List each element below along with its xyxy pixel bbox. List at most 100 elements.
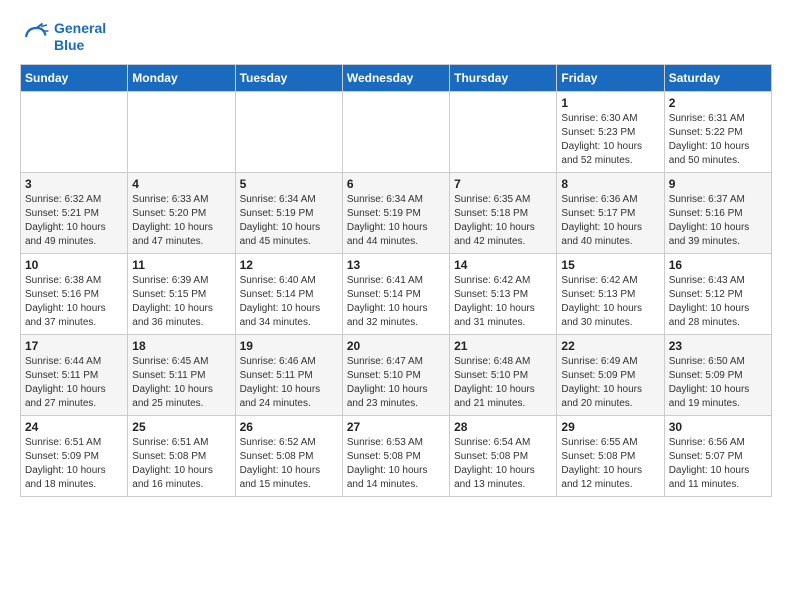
calendar-cell: 2 Sunrise: 6:31 AMSunset: 5:22 PMDaylight… — [664, 91, 771, 172]
day-info: Sunrise: 6:36 AMSunset: 5:17 PMDaylight:… — [561, 193, 659, 249]
day-number: 16 — [669, 258, 767, 272]
day-number: 29 — [561, 420, 659, 434]
header-cell-friday: Friday — [557, 64, 664, 91]
day-info: Sunrise: 6:56 AMSunset: 5:07 PMDaylight:… — [669, 436, 767, 492]
day-number: 28 — [454, 420, 552, 434]
day-info: Sunrise: 6:34 AMSunset: 5:19 PMDaylight:… — [347, 193, 445, 249]
day-info: Sunrise: 6:32 AMSunset: 5:21 PMDaylight:… — [25, 193, 123, 249]
calendar-cell: 10 Sunrise: 6:38 AMSunset: 5:16 PMDayligh… — [21, 253, 128, 334]
day-number: 20 — [347, 339, 445, 353]
day-info: Sunrise: 6:52 AMSunset: 5:08 PMDaylight:… — [240, 436, 338, 492]
calendar-cell: 26 Sunrise: 6:52 AMSunset: 5:08 PMDayligh… — [235, 415, 342, 496]
calendar-cell: 19 Sunrise: 6:46 AMSunset: 5:11 PMDayligh… — [235, 334, 342, 415]
calendar-cell: 16 Sunrise: 6:43 AMSunset: 5:12 PMDayligh… — [664, 253, 771, 334]
calendar-cell: 7Sunrise: 6:35 AMSunset: 5:18 PMDaylight… — [450, 172, 557, 253]
day-number: 26 — [240, 420, 338, 434]
calendar-cell: 18 Sunrise: 6:45 AMSunset: 5:11 PMDayligh… — [128, 334, 235, 415]
calendar-body: 1 Sunrise: 6:30 AMSunset: 5:23 PMDaylight… — [21, 91, 772, 496]
calendar-header: SundayMondayTuesdayWednesdayThursdayFrid… — [21, 64, 772, 91]
calendar-cell — [21, 91, 128, 172]
calendar-cell: 15Sunrise: 6:42 AMSunset: 5:13 PMDayligh… — [557, 253, 664, 334]
calendar-cell: 30 Sunrise: 6:56 AMSunset: 5:07 PMDayligh… — [664, 415, 771, 496]
day-number: 22 — [561, 339, 659, 353]
day-info: Sunrise: 6:38 AMSunset: 5:16 PMDaylight:… — [25, 274, 123, 330]
calendar-week-row: 24Sunrise: 6:51 AMSunset: 5:09 PMDayligh… — [21, 415, 772, 496]
day-number: 23 — [669, 339, 767, 353]
day-number: 5 — [240, 177, 338, 191]
calendar-week-row: 3 Sunrise: 6:32 AMSunset: 5:21 PMDaylight… — [21, 172, 772, 253]
header-cell-monday: Monday — [128, 64, 235, 91]
day-info: Sunrise: 6:33 AMSunset: 5:20 PMDaylight:… — [132, 193, 230, 249]
calendar-cell: 11 Sunrise: 6:39 AMSunset: 5:15 PMDayligh… — [128, 253, 235, 334]
logo: General Blue — [20, 20, 106, 54]
calendar-cell: 8Sunrise: 6:36 AMSunset: 5:17 PMDaylight… — [557, 172, 664, 253]
day-info: Sunrise: 6:51 AMSunset: 5:08 PMDaylight:… — [132, 436, 230, 492]
day-info: Sunrise: 6:49 AMSunset: 5:09 PMDaylight:… — [561, 355, 659, 411]
header-cell-wednesday: Wednesday — [342, 64, 449, 91]
calendar-cell: 23Sunrise: 6:50 AMSunset: 5:09 PMDayligh… — [664, 334, 771, 415]
calendar-cell: 24Sunrise: 6:51 AMSunset: 5:09 PMDayligh… — [21, 415, 128, 496]
calendar-cell: 28 Sunrise: 6:54 AMSunset: 5:08 PMDayligh… — [450, 415, 557, 496]
calendar-cell — [450, 91, 557, 172]
calendar-cell: 14 Sunrise: 6:42 AMSunset: 5:13 PMDayligh… — [450, 253, 557, 334]
day-number: 11 — [132, 258, 230, 272]
day-number: 10 — [25, 258, 123, 272]
day-info: Sunrise: 6:42 AMSunset: 5:13 PMDaylight:… — [454, 274, 552, 330]
day-number: 7 — [454, 177, 552, 191]
calendar-cell: 1 Sunrise: 6:30 AMSunset: 5:23 PMDaylight… — [557, 91, 664, 172]
day-info: Sunrise: 6:45 AMSunset: 5:11 PMDaylight:… — [132, 355, 230, 411]
page-header: General Blue — [20, 20, 772, 54]
header-cell-tuesday: Tuesday — [235, 64, 342, 91]
day-number: 30 — [669, 420, 767, 434]
day-number: 19 — [240, 339, 338, 353]
calendar-cell: 13Sunrise: 6:41 AMSunset: 5:14 PMDayligh… — [342, 253, 449, 334]
day-info: Sunrise: 6:46 AMSunset: 5:11 PMDaylight:… — [240, 355, 338, 411]
day-number: 15 — [561, 258, 659, 272]
day-info: Sunrise: 6:47 AMSunset: 5:10 PMDaylight:… — [347, 355, 445, 411]
calendar-cell: 9 Sunrise: 6:37 AMSunset: 5:16 PMDaylight… — [664, 172, 771, 253]
day-number: 9 — [669, 177, 767, 191]
calendar-week-row: 10 Sunrise: 6:38 AMSunset: 5:16 PMDayligh… — [21, 253, 772, 334]
day-info: Sunrise: 6:44 AMSunset: 5:11 PMDaylight:… — [25, 355, 123, 411]
calendar-cell — [235, 91, 342, 172]
calendar-cell: 5 Sunrise: 6:34 AMSunset: 5:19 PMDaylight… — [235, 172, 342, 253]
day-info: Sunrise: 6:55 AMSunset: 5:08 PMDaylight:… — [561, 436, 659, 492]
day-number: 21 — [454, 339, 552, 353]
day-info: Sunrise: 6:39 AMSunset: 5:15 PMDaylight:… — [132, 274, 230, 330]
calendar-cell — [128, 91, 235, 172]
calendar-cell: 21 Sunrise: 6:48 AMSunset: 5:10 PMDayligh… — [450, 334, 557, 415]
day-number: 17 — [25, 339, 123, 353]
calendar-week-row: 17 Sunrise: 6:44 AMSunset: 5:11 PMDayligh… — [21, 334, 772, 415]
day-number: 18 — [132, 339, 230, 353]
day-info: Sunrise: 6:54 AMSunset: 5:08 PMDaylight:… — [454, 436, 552, 492]
day-info: Sunrise: 6:53 AMSunset: 5:08 PMDaylight:… — [347, 436, 445, 492]
day-number: 14 — [454, 258, 552, 272]
day-info: Sunrise: 6:37 AMSunset: 5:16 PMDaylight:… — [669, 193, 767, 249]
day-number: 1 — [561, 96, 659, 110]
day-number: 4 — [132, 177, 230, 191]
calendar-cell: 27 Sunrise: 6:53 AMSunset: 5:08 PMDayligh… — [342, 415, 449, 496]
calendar-cell: 22 Sunrise: 6:49 AMSunset: 5:09 PMDayligh… — [557, 334, 664, 415]
calendar-cell — [342, 91, 449, 172]
calendar-cell: 17 Sunrise: 6:44 AMSunset: 5:11 PMDayligh… — [21, 334, 128, 415]
calendar-cell: 25 Sunrise: 6:51 AMSunset: 5:08 PMDayligh… — [128, 415, 235, 496]
day-number: 3 — [25, 177, 123, 191]
header-cell-saturday: Saturday — [664, 64, 771, 91]
day-info: Sunrise: 6:43 AMSunset: 5:12 PMDaylight:… — [669, 274, 767, 330]
calendar-table: SundayMondayTuesdayWednesdayThursdayFrid… — [20, 64, 772, 497]
day-number: 25 — [132, 420, 230, 434]
header-row: SundayMondayTuesdayWednesdayThursdayFrid… — [21, 64, 772, 91]
day-number: 6 — [347, 177, 445, 191]
day-info: Sunrise: 6:30 AMSunset: 5:23 PMDaylight:… — [561, 112, 659, 168]
day-info: Sunrise: 6:34 AMSunset: 5:19 PMDaylight:… — [240, 193, 338, 249]
day-info: Sunrise: 6:48 AMSunset: 5:10 PMDaylight:… — [454, 355, 552, 411]
calendar-cell: 12Sunrise: 6:40 AMSunset: 5:14 PMDayligh… — [235, 253, 342, 334]
day-info: Sunrise: 6:31 AMSunset: 5:22 PMDaylight:… — [669, 112, 767, 168]
day-info: Sunrise: 6:51 AMSunset: 5:09 PMDaylight:… — [25, 436, 123, 492]
day-number: 2 — [669, 96, 767, 110]
calendar-cell: 6 Sunrise: 6:34 AMSunset: 5:19 PMDaylight… — [342, 172, 449, 253]
calendar-cell: 3 Sunrise: 6:32 AMSunset: 5:21 PMDaylight… — [21, 172, 128, 253]
day-number: 27 — [347, 420, 445, 434]
day-number: 13 — [347, 258, 445, 272]
calendar-cell: 4 Sunrise: 6:33 AMSunset: 5:20 PMDaylight… — [128, 172, 235, 253]
